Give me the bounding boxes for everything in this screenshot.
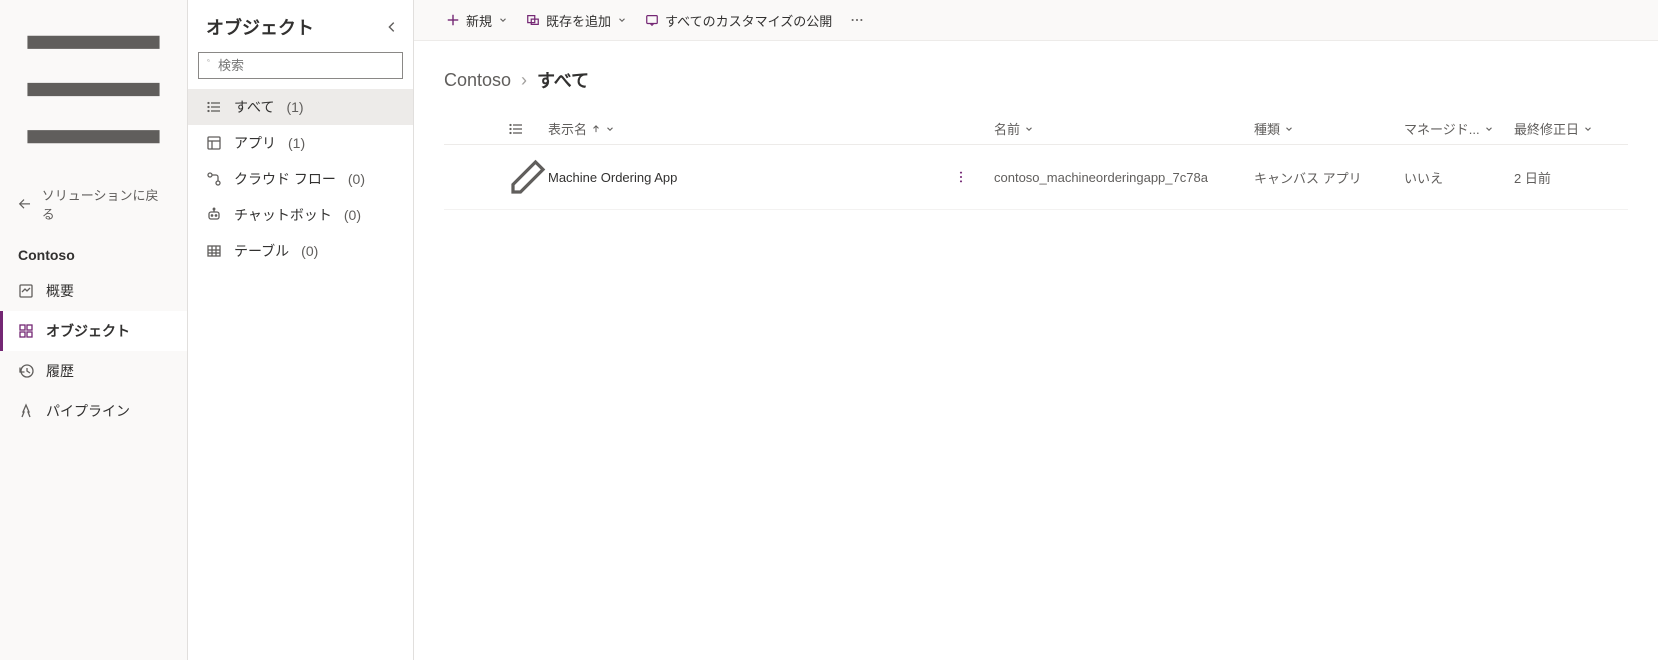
row-more-icon[interactable] xyxy=(954,170,994,184)
breadcrumb-root[interactable]: Contoso xyxy=(444,70,511,91)
col-label: 最終修正日 xyxy=(1514,119,1579,138)
cmd-label: 既存を追加 xyxy=(546,11,611,30)
back-to-solutions[interactable]: ソリューションに戻る xyxy=(0,175,187,237)
objects-panel-title: オブジェクト xyxy=(206,14,314,40)
col-modified[interactable]: 最終修正日 xyxy=(1514,119,1624,138)
cmd-label: 新規 xyxy=(466,11,492,30)
col-managed[interactable]: マネージド... xyxy=(1404,119,1514,138)
nav-label: パイプライン xyxy=(46,401,130,421)
breadcrumb: Contoso › すべて xyxy=(444,67,1628,93)
objects-icon xyxy=(18,323,34,339)
app-icon xyxy=(206,135,222,151)
tree-chatbots[interactable]: チャットボット (0) xyxy=(188,197,413,233)
nav-overview[interactable]: 概要 xyxy=(0,271,187,311)
hamburger-icon[interactable] xyxy=(18,14,169,165)
cmd-publish-all[interactable]: すべてのカスタマイズの公開 xyxy=(639,5,838,36)
nav-pipeline[interactable]: パイプライン xyxy=(0,391,187,431)
pipeline-icon xyxy=(18,403,34,419)
chevron-right-icon: › xyxy=(521,70,527,91)
nav-history[interactable]: 履歴 xyxy=(0,351,187,391)
tree-count: (1) xyxy=(286,99,303,115)
nav-label: オブジェクト xyxy=(46,321,130,341)
list-icon xyxy=(508,121,524,137)
plus-icon xyxy=(446,13,460,27)
edit-icon[interactable] xyxy=(508,157,548,197)
list-icon xyxy=(206,99,222,115)
chevron-down-icon xyxy=(1583,124,1593,134)
sort-asc-icon xyxy=(591,124,601,134)
tree-label: テーブル xyxy=(234,241,289,261)
search-input[interactable] xyxy=(218,58,394,73)
history-icon xyxy=(18,363,34,379)
overview-icon xyxy=(18,283,34,299)
cmd-new[interactable]: 新規 xyxy=(440,5,514,36)
add-existing-icon xyxy=(526,13,540,27)
tree-count: (0) xyxy=(344,207,361,223)
tree-label: チャットボット xyxy=(234,205,332,225)
tree-all[interactable]: すべて (1) xyxy=(188,89,413,125)
back-label: ソリューションに戻る xyxy=(42,185,169,223)
nav-label: 履歴 xyxy=(46,361,74,381)
cmd-add-existing[interactable]: 既存を追加 xyxy=(520,5,633,36)
tree-cloud-flows[interactable]: クラウド フロー (0) xyxy=(188,161,413,197)
cell-type: キャンバス アプリ xyxy=(1254,168,1404,187)
tree-count: (1) xyxy=(288,135,305,151)
solution-name: Contoso xyxy=(0,237,187,271)
command-bar: 新規 既存を追加 すべてのカスタマイズの公開 xyxy=(414,0,1658,40)
col-label: 種類 xyxy=(1254,119,1280,138)
table-row[interactable]: Machine Ordering App contoso_machineorde… xyxy=(444,145,1628,210)
cell-name: contoso_machineorderingapp_7c78a xyxy=(994,170,1254,185)
flow-icon xyxy=(206,171,222,187)
arrow-left-icon xyxy=(18,197,32,211)
collapse-panel-icon[interactable] xyxy=(385,20,399,34)
chevron-down-icon xyxy=(498,15,508,25)
tree-apps[interactable]: アプリ (1) xyxy=(188,125,413,161)
nav-label: 概要 xyxy=(46,281,74,301)
chevron-down-icon xyxy=(1284,124,1294,134)
col-display-name[interactable]: 表示名 xyxy=(548,119,954,138)
chevron-down-icon xyxy=(1484,124,1494,134)
cmd-label: すべてのカスタマイズの公開 xyxy=(665,11,832,30)
cell-managed: いいえ xyxy=(1404,168,1514,187)
table-icon xyxy=(206,243,222,259)
objects-table: 表示名 名前 xyxy=(444,113,1628,210)
more-horizontal-icon xyxy=(850,13,864,27)
publish-icon xyxy=(645,13,659,27)
tree-label: クラウド フロー xyxy=(234,169,336,189)
chevron-down-icon xyxy=(605,124,615,134)
chatbot-icon xyxy=(206,207,222,223)
search-box[interactable] xyxy=(198,52,403,79)
col-label: 表示名 xyxy=(548,119,587,138)
chevron-down-icon xyxy=(617,15,627,25)
col-type[interactable]: 種類 xyxy=(1254,119,1404,138)
tree-label: すべて xyxy=(234,97,274,117)
nav-objects[interactable]: オブジェクト xyxy=(0,311,187,351)
tree-label: アプリ xyxy=(234,133,276,153)
col-label: 名前 xyxy=(994,119,1020,138)
chevron-down-icon xyxy=(1024,124,1034,134)
tree-count: (0) xyxy=(301,243,318,259)
cell-display-name: Machine Ordering App xyxy=(548,170,954,185)
breadcrumb-current: すべて xyxy=(537,67,589,93)
cell-modified: 2 日前 xyxy=(1514,168,1624,187)
cmd-more[interactable] xyxy=(844,7,870,33)
col-name[interactable]: 名前 xyxy=(994,119,1254,138)
search-icon xyxy=(207,59,210,73)
tree-count: (0) xyxy=(348,171,365,187)
col-label: マネージド... xyxy=(1404,119,1480,138)
col-list-icon[interactable] xyxy=(508,121,548,137)
tree-tables[interactable]: テーブル (0) xyxy=(188,233,413,269)
